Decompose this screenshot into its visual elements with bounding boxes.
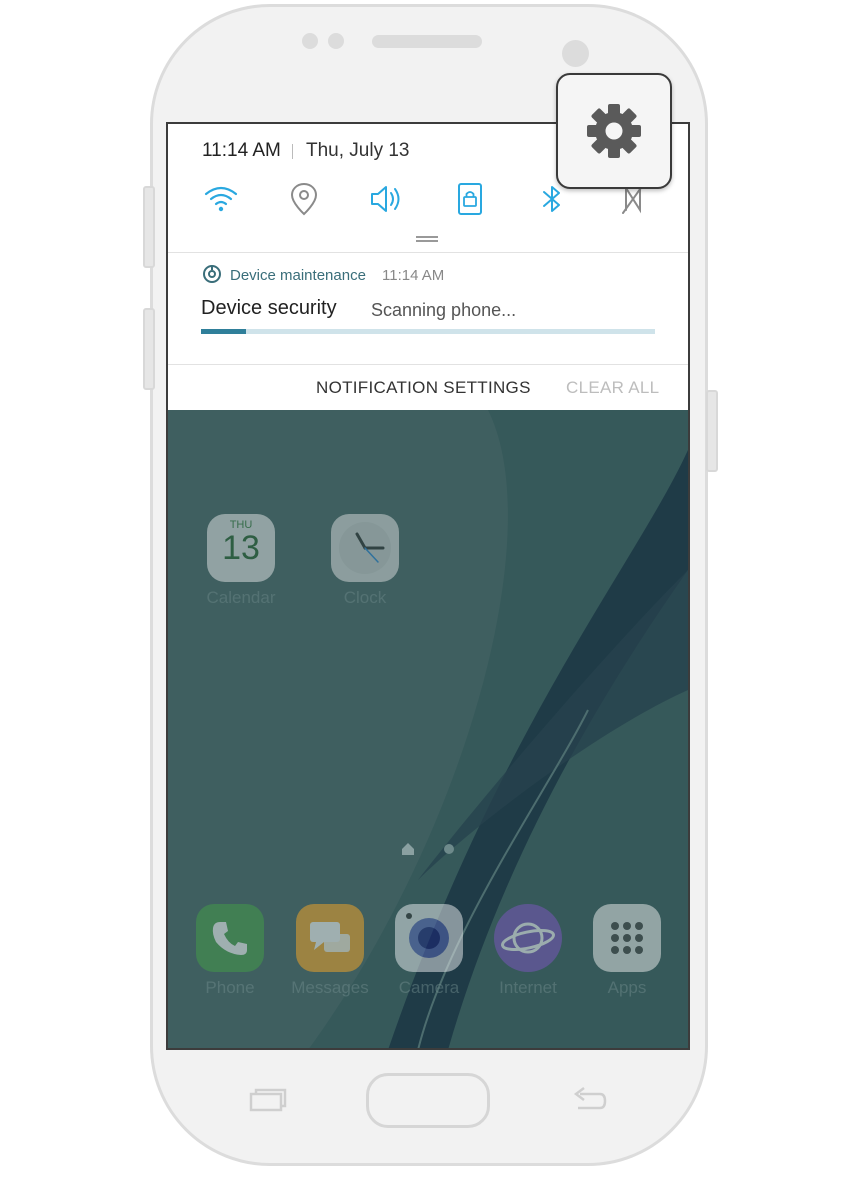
screen-rotation-lock-icon[interactable] <box>451 180 489 218</box>
app-label: Messages <box>291 978 369 997</box>
settings-button[interactable] <box>556 73 672 189</box>
camera-app[interactable]: Camera <box>389 904 469 998</box>
app-label: Clock <box>343 588 387 607</box>
wifi-icon[interactable] <box>202 180 240 218</box>
front-camera-dot <box>302 33 318 49</box>
gear-icon <box>587 104 641 158</box>
app-label: Camera <box>398 978 460 997</box>
divider <box>168 252 688 253</box>
device-maintenance-icon <box>203 265 221 283</box>
status-time: 11:14 AM <box>202 140 281 161</box>
back-key-icon[interactable] <box>570 1086 610 1114</box>
home-key[interactable] <box>366 1073 490 1128</box>
divider <box>292 144 293 159</box>
proximity-sensor <box>562 40 589 67</box>
volume-down-button <box>143 308 155 390</box>
apps-grid-icon <box>593 904 661 972</box>
scan-progress-bar <box>201 329 655 334</box>
notification-time: 11:14 AM <box>382 267 445 284</box>
notification-text[interactable]: Scanning phone... <box>371 300 516 321</box>
clock-app[interactable]: Clock <box>320 514 410 608</box>
calendar-date: 13 <box>222 529 260 567</box>
app-label: Phone <box>205 978 255 997</box>
notification-title[interactable]: Device security <box>201 297 337 320</box>
recents-key-icon[interactable] <box>248 1086 288 1114</box>
messages-icon <box>296 904 364 972</box>
app-label: Calendar <box>206 588 276 607</box>
earpiece-speaker <box>372 35 482 48</box>
scan-progress-fill <box>201 329 247 334</box>
app-label: Internet <box>499 978 557 997</box>
notification-app-name: Device maintenance <box>230 267 366 284</box>
home-page-indicator-icon <box>402 843 414 855</box>
app-label: Apps <box>607 978 647 997</box>
camera-icon <box>395 904 463 972</box>
phone-icon <box>196 904 264 972</box>
clear-all-button[interactable]: CLEAR ALL <box>566 378 659 398</box>
calendar-icon: THU 13 <box>207 514 275 582</box>
location-icon[interactable] <box>285 180 323 218</box>
calendar-app[interactable]: THU 13 Calendar <box>196 514 286 608</box>
internet-app[interactable]: Internet <box>488 904 568 998</box>
divider <box>168 364 688 365</box>
phone-screen: 11:14 AM Thu, July 13 Device maintenance… <box>166 122 690 1050</box>
apps-drawer[interactable]: Apps <box>587 904 667 998</box>
messages-app[interactable]: Messages <box>285 904 375 998</box>
clock-icon <box>331 514 399 582</box>
notification-settings-button[interactable]: NOTIFICATION SETTINGS <box>316 378 531 398</box>
internet-icon <box>494 904 562 972</box>
phone-app[interactable]: Phone <box>190 904 270 998</box>
sound-icon[interactable] <box>367 180 405 218</box>
front-camera-dot <box>328 33 344 49</box>
panel-drag-handle[interactable] <box>416 236 438 242</box>
volume-up-button <box>143 186 155 268</box>
power-button <box>706 390 718 472</box>
page-indicator-dot <box>444 844 454 854</box>
status-date: Thu, July 13 <box>306 140 410 161</box>
